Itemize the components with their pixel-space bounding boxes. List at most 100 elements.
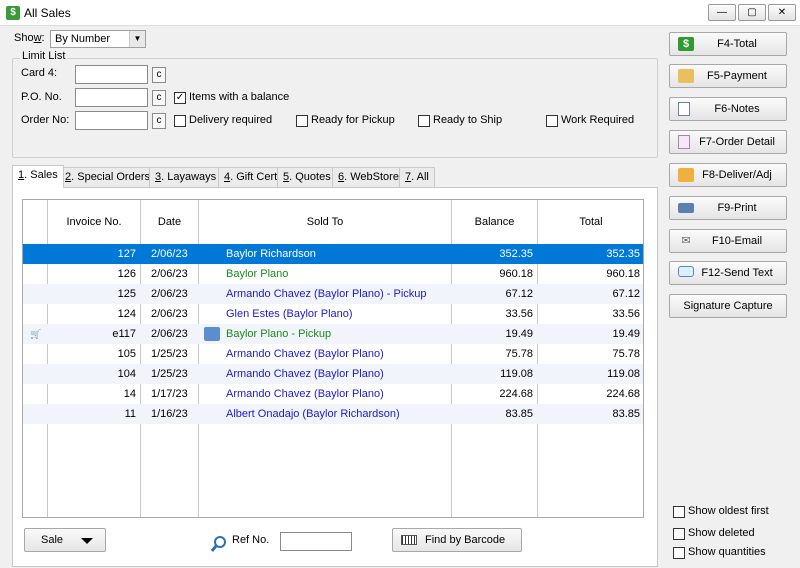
ready-pickup-checkbox[interactable] <box>296 115 308 127</box>
cell-total: 19.49 <box>612 328 640 340</box>
show-oldest-first-label: Show oldest first <box>688 505 769 517</box>
cell-date: 2/06/23 <box>151 308 188 320</box>
search-icon[interactable] <box>210 535 228 553</box>
cell-date: 2/06/23 <box>151 288 188 300</box>
order-input[interactable] <box>75 111 148 130</box>
f9-print-button[interactable]: F9-Print <box>669 196 787 220</box>
delivery-required-checkbox[interactable] <box>174 115 186 127</box>
show-deleted-checkbox[interactable] <box>673 528 685 540</box>
cell-total: 83.85 <box>612 408 640 420</box>
work-required-label: Work Required <box>561 114 635 126</box>
ready-ship-label: Ready to Ship <box>433 114 503 126</box>
cell-invoice: 11 <box>124 408 136 420</box>
store-icon <box>204 327 220 341</box>
cell-balance: 75.78 <box>505 348 533 360</box>
order-clear-button[interactable]: c <box>152 113 166 129</box>
po-input[interactable] <box>75 88 148 107</box>
show-quantities-label: Show quantities <box>688 546 766 558</box>
table-row[interactable]: 14 1/17/23 Armando Chavez (Baylor Plano) 22… <box>23 384 643 404</box>
card-clear-button[interactable]: c <box>152 67 166 83</box>
tab-webstore[interactable]: 6. WebStore <box>332 167 405 187</box>
cell-invoice: e117 <box>112 328 136 340</box>
minimize-icon[interactable]: — <box>708 4 736 21</box>
tab-all[interactable]: 7. All <box>399 167 435 187</box>
table-row[interactable]: 125 2/06/23 Armando Chavez (Baylor Plano) … <box>23 284 643 304</box>
cell-sold-to: Baylor Plano - Pickup <box>226 328 332 340</box>
cell-balance: 960.18 <box>499 268 533 280</box>
table-row[interactable]: 105 1/25/23 Armando Chavez (Baylor Plano) 7… <box>23 344 643 364</box>
ref-no-input[interactable] <box>280 532 352 551</box>
col-sold-to-header[interactable]: Sold To <box>199 200 451 244</box>
chat-icon <box>678 266 694 277</box>
f6-notes-button[interactable]: F6-Notes <box>669 97 787 121</box>
barcode-icon <box>401 535 417 545</box>
items-balance-checkbox[interactable]: ✓ <box>174 92 186 104</box>
ready-ship-checkbox[interactable] <box>418 115 430 127</box>
cell-date: 1/25/23 <box>151 368 188 380</box>
show-select[interactable]: By Number ▼ <box>50 30 146 48</box>
show-label: Show: <box>14 32 45 44</box>
col-balance-header[interactable]: Balance <box>452 200 537 244</box>
f7-order-detail-button[interactable]: F7-Order Detail <box>669 130 787 154</box>
dollar-icon: $ <box>678 37 694 51</box>
col-date-header[interactable]: Date <box>141 200 198 244</box>
cell-invoice: 104 <box>117 368 136 380</box>
table-row[interactable]: 126 2/06/23 Baylor Plano 960.18 960.18 <box>23 264 643 284</box>
cell-sold-to: Armando Chavez (Baylor Plano) <box>226 388 384 400</box>
tab-special-orders[interactable]: 2. Special Orders <box>59 167 156 187</box>
f4-total-button[interactable]: $ F4-Total <box>669 32 787 56</box>
window-title: All Sales <box>24 6 71 20</box>
table-row[interactable]: 🛒 e117 2/06/23 Baylor Plano - Pickup 19.49 19… <box>23 324 643 344</box>
table-row[interactable]: 104 1/25/23 Armando Chavez (Baylor Plano) 1… <box>23 364 643 384</box>
dropdown-arrow-icon <box>81 538 93 544</box>
sale-dropdown-button[interactable]: Sale <box>24 528 106 552</box>
cell-balance: 19.49 <box>505 328 533 340</box>
cell-total: 119.08 <box>607 368 640 380</box>
po-label: P.O. No. <box>21 91 62 103</box>
tab-quotes[interactable]: 5. Quotes <box>277 167 337 187</box>
work-required-checkbox[interactable] <box>546 115 558 127</box>
table-row[interactable]: 124 2/06/23 Glen Estes (Baylor Plano) 33.56… <box>23 304 643 324</box>
show-deleted-label: Show deleted <box>688 527 755 539</box>
f8-deliver-adj-button[interactable]: F8-Deliver/Adj <box>669 163 787 187</box>
limit-list-legend: Limit List <box>20 50 68 62</box>
signature-capture-button[interactable]: Signature Capture <box>669 294 787 318</box>
chevron-down-icon[interactable]: ▼ <box>129 31 145 47</box>
envelope-icon: ✉ <box>681 235 691 247</box>
calculator-icon <box>678 135 690 149</box>
cell-date: 1/25/23 <box>151 348 188 360</box>
col-total-header[interactable]: Total <box>538 200 643 244</box>
cell-invoice: 14 <box>123 388 136 400</box>
po-clear-button[interactable]: c <box>152 90 166 106</box>
tab-sales[interactable]: 1. Sales <box>12 165 64 188</box>
table-row[interactable]: 11 1/16/23 Albert Onadajo (Baylor Richards… <box>23 404 643 424</box>
cell-balance: 352.35 <box>499 248 533 260</box>
card-input[interactable] <box>75 65 148 84</box>
cell-balance: 83.85 <box>505 408 533 420</box>
items-balance-label: Items with a balance <box>189 91 290 103</box>
f12-send-text-button[interactable]: F12-Send Text <box>669 261 787 285</box>
cell-balance: 67.12 <box>505 288 533 300</box>
find-by-barcode-button[interactable]: Find by Barcode <box>392 528 522 552</box>
sales-table[interactable]: Invoice No. Date Sold To Balance Total 1… <box>22 199 644 518</box>
tab-layaways[interactable]: 3. Layaways <box>149 167 223 187</box>
tab-gift-cert[interactable]: 4. Gift Cert <box>218 167 284 187</box>
close-icon[interactable]: ✕ <box>768 4 796 21</box>
show-quantities-checkbox[interactable] <box>673 547 685 559</box>
cell-sold-to: Armando Chavez (Baylor Plano) <box>226 368 384 380</box>
cell-invoice: 105 <box>117 348 136 360</box>
show-oldest-first-checkbox[interactable] <box>673 506 685 518</box>
cell-date: 2/06/23 <box>151 328 188 340</box>
col-invoice-header[interactable]: Invoice No. <box>48 200 140 244</box>
cell-sold-to: Albert Onadajo (Baylor Richardson) <box>226 408 400 420</box>
f5-payment-button[interactable]: F5-Payment <box>669 64 787 88</box>
cell-date: 2/06/23 <box>151 248 188 260</box>
title-bar <box>0 0 800 26</box>
ref-no-label: Ref No. <box>232 534 270 546</box>
cell-total: 352.35 <box>606 248 640 260</box>
table-row[interactable]: 127 2/06/23 Baylor Richardson 352.35 352.35 <box>23 244 643 264</box>
f10-email-button[interactable]: ✉ F10-Email <box>669 229 787 253</box>
maximize-icon[interactable]: ▢ <box>738 4 766 21</box>
cell-sold-to: Baylor Richardson <box>226 248 316 260</box>
cell-sold-to: Baylor Plano <box>226 268 289 280</box>
